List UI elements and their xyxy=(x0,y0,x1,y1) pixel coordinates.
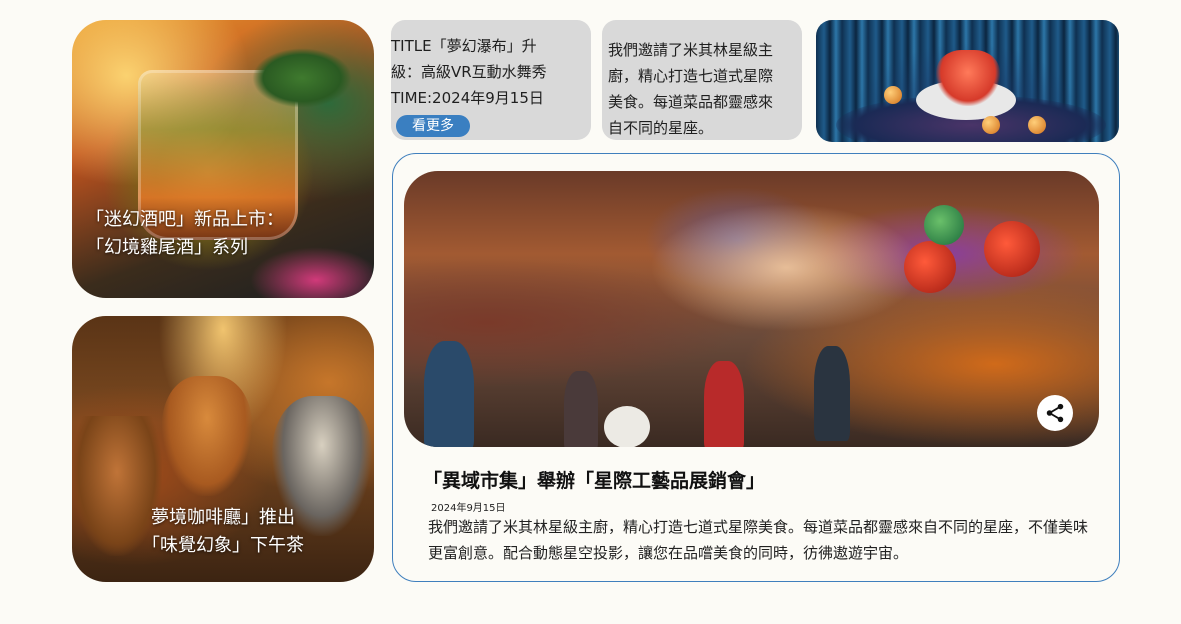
cat-figure xyxy=(604,406,650,447)
article-description: 我們邀請了米其林星級主廚，精心打造七道式星際美食。每道菜品都靈感來自不同的星座，… xyxy=(428,518,1089,562)
cocktail-caption-line1: 「迷幻酒吧」新品上市： xyxy=(86,209,284,230)
vr-title-line2: 級：高級VR互動水舞秀 xyxy=(391,63,547,81)
cafe-caption-line1: 夢境咖啡廳」推出 xyxy=(151,507,295,528)
cocktail-news-card[interactable]: 「迷幻酒吧」新品上市： 「幻境雞尾酒」系列 xyxy=(72,20,374,298)
article-date: 2024年9月15日 xyxy=(431,503,506,514)
article-title[interactable]: 「異域市集」舉辦「星際工藝品展銷會」 xyxy=(423,466,765,493)
chef-card-text: 我們邀請了米其林星級主 廚，精心打造七道式星際 美食。每道菜品都靈感來 自不同的… xyxy=(608,37,798,141)
share-icon xyxy=(1046,403,1064,423)
orb-decoration xyxy=(884,86,902,104)
chef-line3: 美食。每道菜品都靈感來 xyxy=(608,93,774,111)
orb-decoration xyxy=(982,116,1000,134)
share-button[interactable] xyxy=(1037,395,1073,431)
orb-decoration xyxy=(1028,116,1046,134)
chef-line2: 廚，精心打造七道式星際 xyxy=(608,67,774,85)
person-figure xyxy=(564,371,598,447)
market-photo xyxy=(404,171,1099,447)
leaf-garnish-image xyxy=(252,48,352,108)
see-more-button[interactable]: 看更多 xyxy=(396,115,470,137)
cocktail-caption-line2: 「幻境雞尾酒」系列 xyxy=(86,237,248,258)
vr-title-line1: TITLE「夢幻瀑布」升 xyxy=(391,37,537,55)
fox-character-image xyxy=(162,376,252,496)
dish-image xyxy=(936,50,1000,106)
vr-time: TIME:2024年9月15日 xyxy=(391,89,544,107)
lantern-image xyxy=(924,205,964,245)
space-dish-card[interactable] xyxy=(816,20,1119,142)
cafe-caption-line2: 「味覺幻象」下午茶 xyxy=(142,535,304,556)
person-figure xyxy=(814,346,850,441)
cocktail-caption: 「迷幻酒吧」新品上市： 「幻境雞尾酒」系列 xyxy=(86,206,374,262)
lantern-image xyxy=(984,221,1040,277)
person-figure xyxy=(704,361,744,447)
chef-news-card[interactable]: 我們邀請了米其林星級主 廚，精心打造七道式星際 美食。每道菜品都靈感來 自不同的… xyxy=(602,20,802,140)
vr-card-text: TITLE「夢幻瀑布」升 級：高級VR互動水舞秀 TIME:2024年9月15日 xyxy=(391,33,587,111)
featured-article[interactable]: 「異域市集」舉辦「星際工藝品展銷會」 2024年9月15日 我們邀請了米其林星級… xyxy=(392,153,1120,582)
chef-line4: 自不同的星座。 xyxy=(608,119,714,137)
lantern-image xyxy=(904,241,956,293)
cafe-caption: 夢境咖啡廳」推出 「味覺幻象」下午茶 xyxy=(72,504,374,560)
chef-line1: 我們邀請了米其林星級主 xyxy=(608,41,774,59)
vr-news-card[interactable]: TITLE「夢幻瀑布」升 級：高級VR互動水舞秀 TIME:2024年9月15日… xyxy=(391,20,591,140)
person-figure xyxy=(424,341,474,447)
cafe-news-card[interactable]: 夢境咖啡廳」推出 「味覺幻象」下午茶 xyxy=(72,316,374,582)
